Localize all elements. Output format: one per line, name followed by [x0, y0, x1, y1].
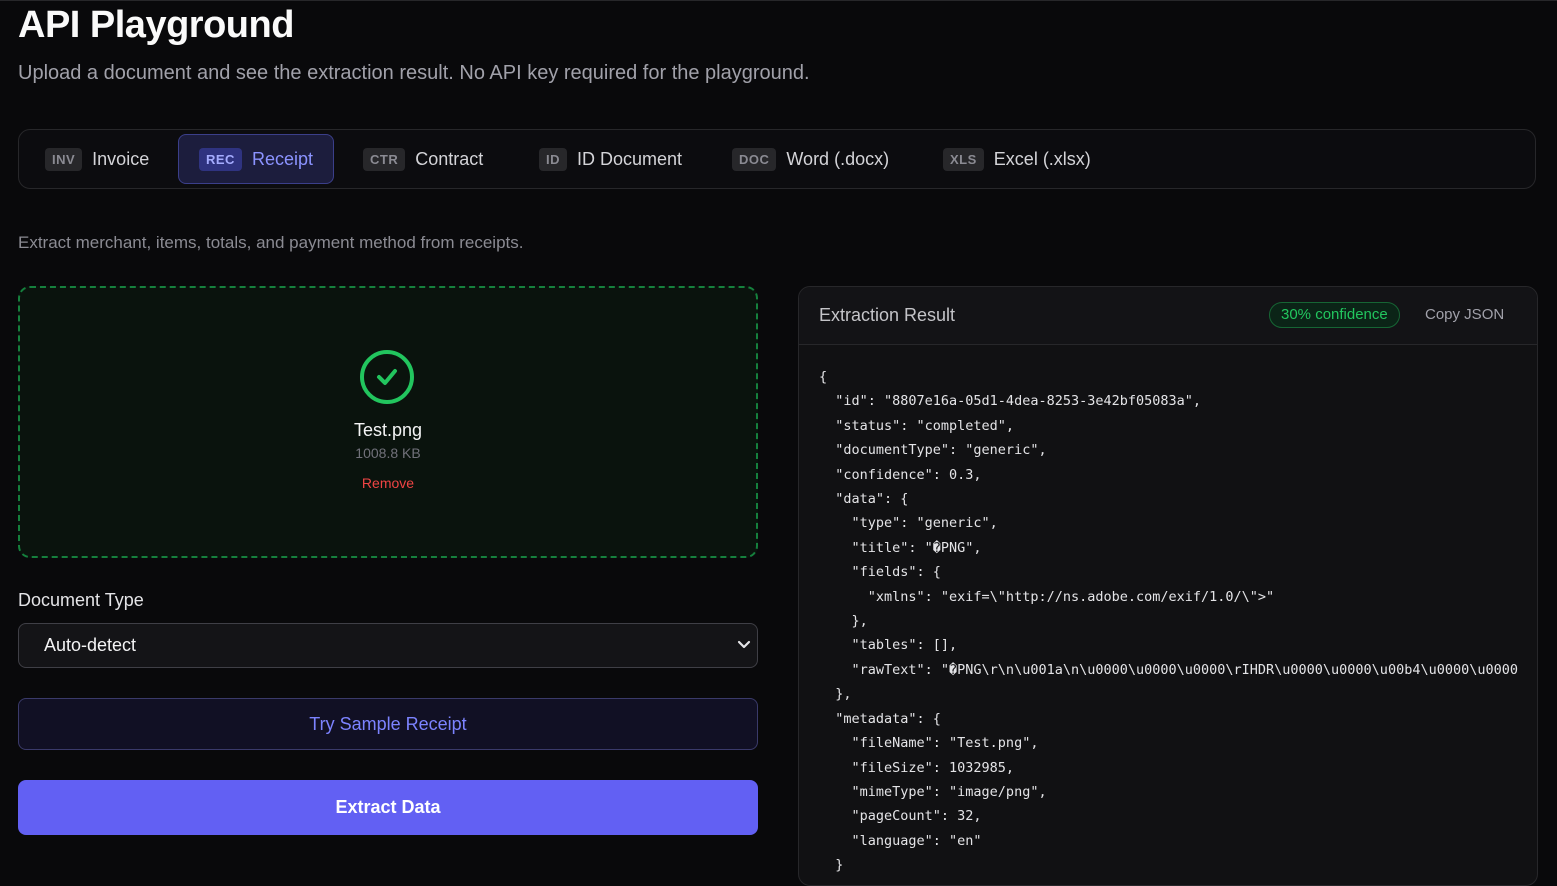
json-line: "data": { [835, 491, 909, 508]
document-type-description: Extract merchant, items, totals, and pay… [18, 233, 524, 252]
json-line: "id": "8807e16a-05d1-4dea-8253-3e42bf050… [835, 393, 1202, 410]
extraction-result-panel: Extraction Result 30% confidence Copy JS… [798, 286, 1538, 886]
result-header: Extraction Result 30% confidence Copy JS… [799, 287, 1537, 345]
tab-label: Contract [415, 148, 484, 169]
json-line: "metadata": { [835, 710, 941, 727]
top-border [0, 0, 1557, 1]
tab-abbr: XLS [943, 147, 984, 171]
json-line: } [835, 857, 844, 874]
tab-contract[interactable]: CTR Contract [339, 134, 503, 184]
json-line: "confidence": 0.3, [835, 466, 982, 483]
copy-json-button[interactable]: Copy JSON [1425, 306, 1504, 323]
tab-abbr: CTR [363, 147, 406, 171]
check-circle-icon [360, 350, 414, 404]
tab-abbr: DOC [732, 147, 777, 171]
json-line: }, [851, 613, 868, 630]
tab-label: Invoice [92, 148, 150, 169]
document-type-select[interactable]: Auto-detect [18, 623, 758, 668]
json-output: { "id": "8807e16a-05d1-4dea-8253-3e42bf0… [819, 365, 1518, 878]
json-line: "type": "generic", [851, 515, 998, 532]
chevron-down-icon [737, 640, 751, 649]
tab-label: Excel (.xlsx) [993, 148, 1091, 169]
json-line: { [819, 369, 828, 385]
json-line: }, [835, 686, 852, 703]
tab-abbr: INV [45, 147, 83, 171]
tab-label: ID Document [577, 148, 683, 169]
json-line: "fileName": "Test.png", [851, 735, 1039, 752]
extract-data-button[interactable]: Extract Data [18, 780, 758, 835]
document-type-label: Document Type [18, 590, 144, 610]
page-subtitle: Upload a document and see the extraction… [18, 62, 810, 84]
json-line: "status": "completed", [835, 417, 1015, 434]
result-title: Extraction Result [819, 305, 956, 325]
tab-abbr: ID [539, 147, 567, 171]
tab-label: Word (.docx) [786, 148, 890, 169]
tab-word[interactable]: DOC Word (.docx) [708, 134, 909, 184]
confidence-badge: 30% confidence [1269, 302, 1400, 328]
json-line: "tables": [], [851, 637, 958, 654]
json-line: "mimeType": "image/png", [851, 783, 1047, 800]
tab-abbr: REC [199, 147, 242, 171]
upload-dropzone[interactable]: Test.png 1008.8 KB Remove [18, 286, 758, 558]
tab-invoice[interactable]: INV Invoice [21, 134, 169, 184]
uploaded-file-name: Test.png [353, 420, 423, 440]
json-line: "fields": { [851, 564, 941, 581]
tab-receipt[interactable]: REC Receipt [178, 134, 334, 184]
page-title: API Playground [18, 4, 294, 46]
json-line: "pageCount": 32, [851, 808, 982, 825]
json-line: "title": "�PNG", [851, 539, 982, 556]
json-line: "fileSize": 1032985, [851, 759, 1015, 776]
tab-id-document[interactable]: ID ID Document [515, 134, 702, 184]
json-line: "documentType": "generic", [835, 442, 1047, 459]
remove-file-button[interactable]: Remove [20, 475, 756, 491]
tab-excel[interactable]: XLS Excel (.xlsx) [919, 134, 1111, 184]
tab-label: Receipt [251, 148, 313, 169]
document-type-selected: Auto-detect [44, 635, 137, 655]
json-line: "xmlns": "exif=\"http://ns.adobe.com/exi… [867, 588, 1275, 605]
json-line: "language": "en" [851, 832, 982, 849]
try-sample-button[interactable]: Try Sample Receipt [18, 698, 758, 750]
json-line: "rawText": "�PNG\r\n\u001a\n\u0000\u0000… [851, 661, 1518, 678]
document-type-tabs: INV Invoice REC Receipt CTR Contract ID … [18, 129, 1536, 189]
uploaded-file-size: 1008.8 KB [355, 445, 421, 461]
